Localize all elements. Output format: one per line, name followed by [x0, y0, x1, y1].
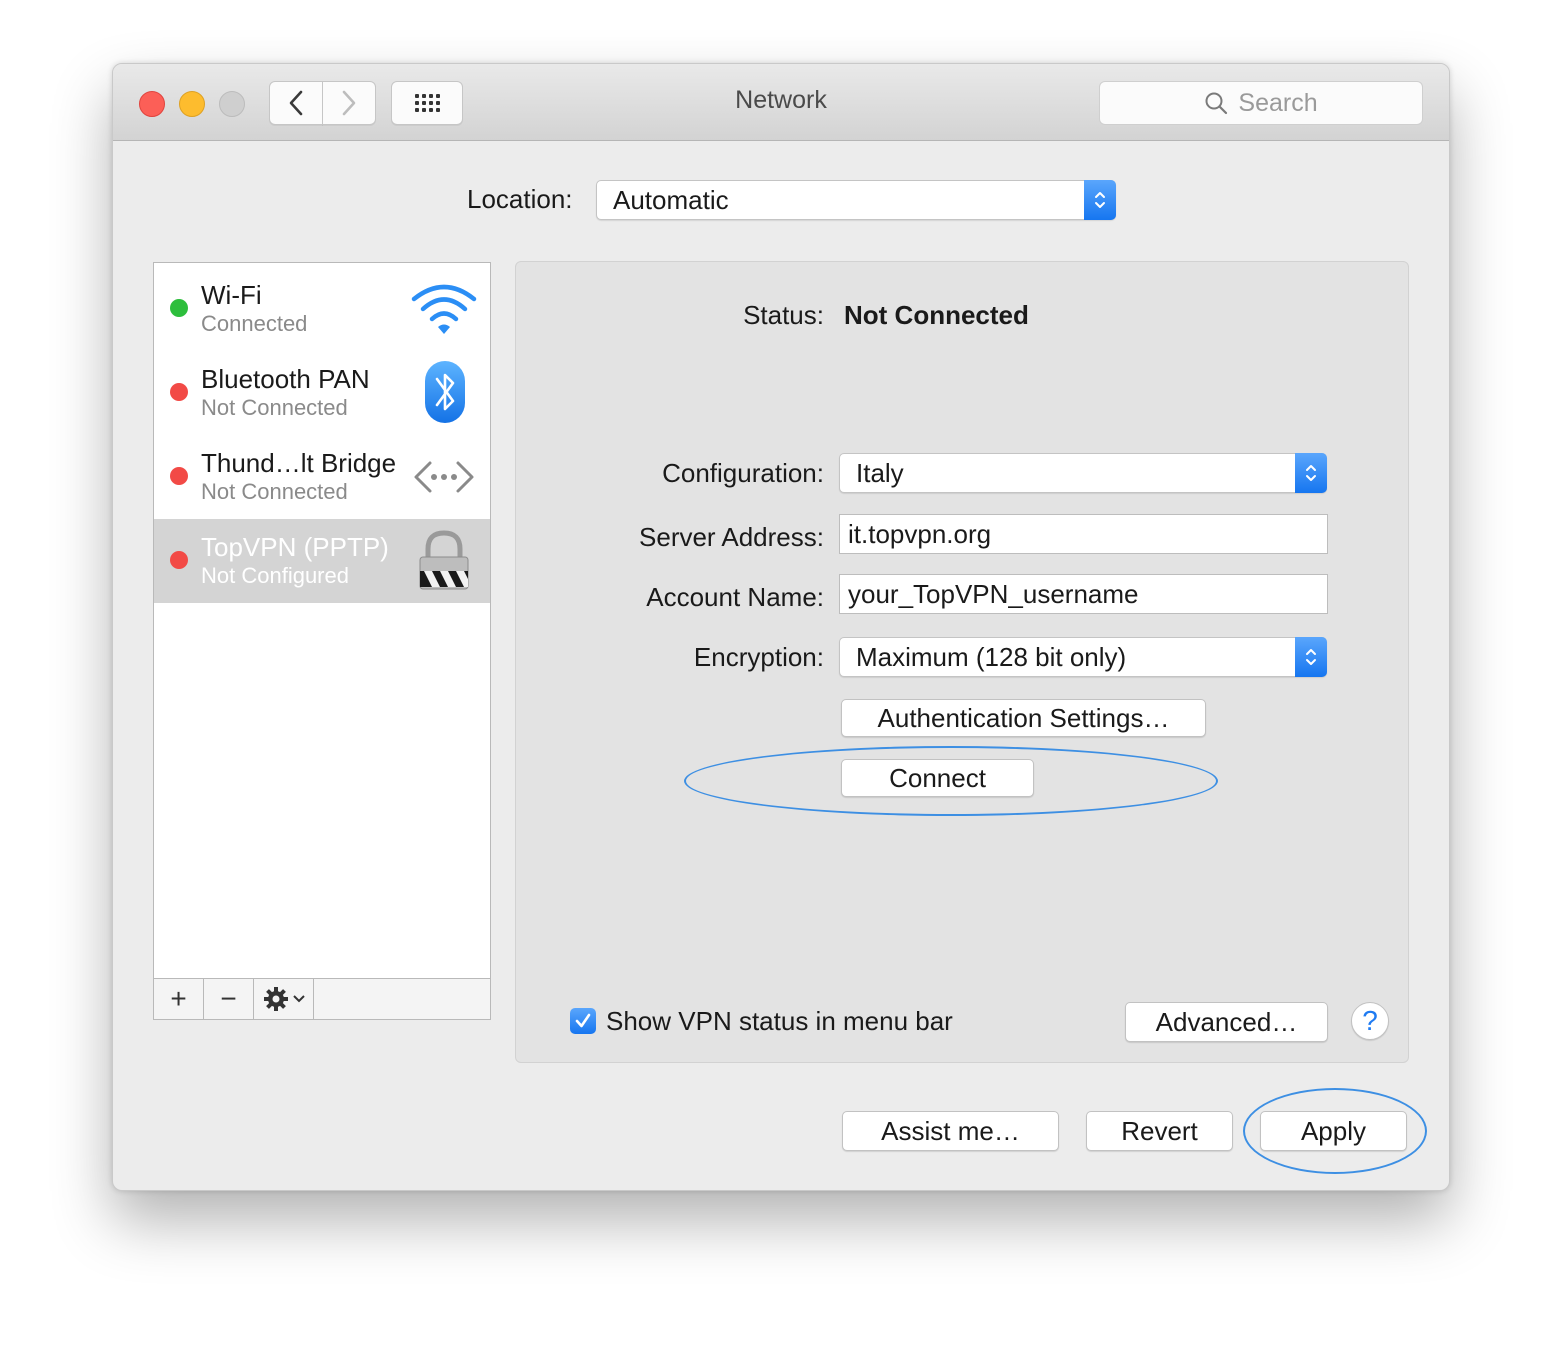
- status-dot: [170, 383, 188, 401]
- status-label: Status:: [743, 300, 824, 330]
- add-service-button[interactable]: +: [154, 979, 204, 1019]
- search-placeholder: Search: [1238, 88, 1318, 117]
- show-vpn-status-checkbox[interactable]: [570, 1008, 596, 1034]
- configuration-label: Configuration:: [662, 458, 824, 488]
- vpn-lock-icon: [419, 530, 469, 590]
- service-name: Bluetooth PAN: [201, 364, 370, 394]
- gear-icon: [263, 987, 288, 1011]
- service-list-toolbar: + −: [154, 978, 490, 1019]
- titlebar: Network Search: [113, 64, 1449, 141]
- magnifier-icon: [1205, 92, 1228, 115]
- updown-chevron-icon: [1084, 180, 1116, 220]
- service-status: Not Connected: [201, 479, 348, 504]
- service-name: TopVPN (PPTP): [201, 532, 389, 562]
- status-dot: [170, 551, 188, 569]
- search-field[interactable]: Search: [1099, 81, 1423, 125]
- revert-button[interactable]: Revert: [1086, 1111, 1233, 1151]
- service-name: Thund…lt Bridge: [201, 448, 397, 478]
- bluetooth-icon: [425, 361, 465, 423]
- network-preferences-window: Network Search Location: Automatic Wi-Fi…: [112, 63, 1450, 1191]
- server-address-label: Server Address:: [639, 522, 824, 552]
- service-item-wifi[interactable]: Wi-Fi Connected: [154, 267, 490, 351]
- advanced-button[interactable]: Advanced…: [1125, 1002, 1328, 1042]
- service-item-bluetooth-pan[interactable]: Bluetooth PAN Not Connected: [154, 351, 490, 435]
- service-item-thunderbolt-bridge[interactable]: Thund…lt Bridge Not Connected: [154, 435, 490, 519]
- server-address-field[interactable]: it.topvpn.org: [839, 514, 1328, 554]
- service-status: Connected: [201, 311, 308, 336]
- service-status: Not Connected: [201, 395, 348, 420]
- encryption-label: Encryption:: [693, 642, 824, 672]
- assist-me-button[interactable]: Assist me…: [842, 1111, 1059, 1151]
- thunderbolt-bridge-icon: [414, 461, 474, 493]
- chevron-down-icon: [292, 995, 305, 1003]
- configuration-popup[interactable]: Italy: [839, 453, 1327, 493]
- account-name-field[interactable]: your_TopVPN_username: [839, 574, 1328, 614]
- service-list: Wi-Fi Connected Bluetooth PAN Not Connec…: [153, 262, 491, 1020]
- vpn-detail-panel: Status: Not Connected Configuration: Ita…: [515, 261, 1409, 1063]
- encryption-popup[interactable]: Maximum (128 bit only): [839, 637, 1327, 677]
- service-item-topvpn[interactable]: TopVPN (PPTP) Not Configured: [154, 519, 490, 603]
- show-vpn-status-label: Show VPN status in menu bar: [606, 1006, 953, 1036]
- authentication-settings-button[interactable]: Authentication Settings…: [841, 699, 1206, 737]
- apply-button[interactable]: Apply: [1260, 1111, 1407, 1151]
- account-name-label: Account Name:: [646, 582, 824, 612]
- updown-chevron-icon: [1295, 637, 1327, 677]
- help-button[interactable]: ?: [1351, 1002, 1389, 1040]
- location-label: Location:: [467, 184, 573, 214]
- wifi-icon: [411, 284, 477, 334]
- configuration-value: Italy: [856, 457, 904, 488]
- action-menu-button[interactable]: [254, 979, 314, 1019]
- checkmark-icon: [575, 1013, 591, 1028]
- remove-service-button[interactable]: −: [204, 979, 254, 1019]
- status-dot: [170, 299, 188, 317]
- service-name: Wi-Fi: [201, 280, 262, 310]
- updown-chevron-icon: [1295, 453, 1327, 493]
- location-value: Automatic: [613, 184, 729, 215]
- location-popup[interactable]: Automatic: [596, 180, 1116, 220]
- status-value: Not Connected: [844, 300, 1029, 330]
- connect-button[interactable]: Connect: [841, 759, 1034, 797]
- status-dot: [170, 467, 188, 485]
- encryption-value: Maximum (128 bit only): [856, 641, 1127, 672]
- service-status: Not Configured: [201, 563, 349, 588]
